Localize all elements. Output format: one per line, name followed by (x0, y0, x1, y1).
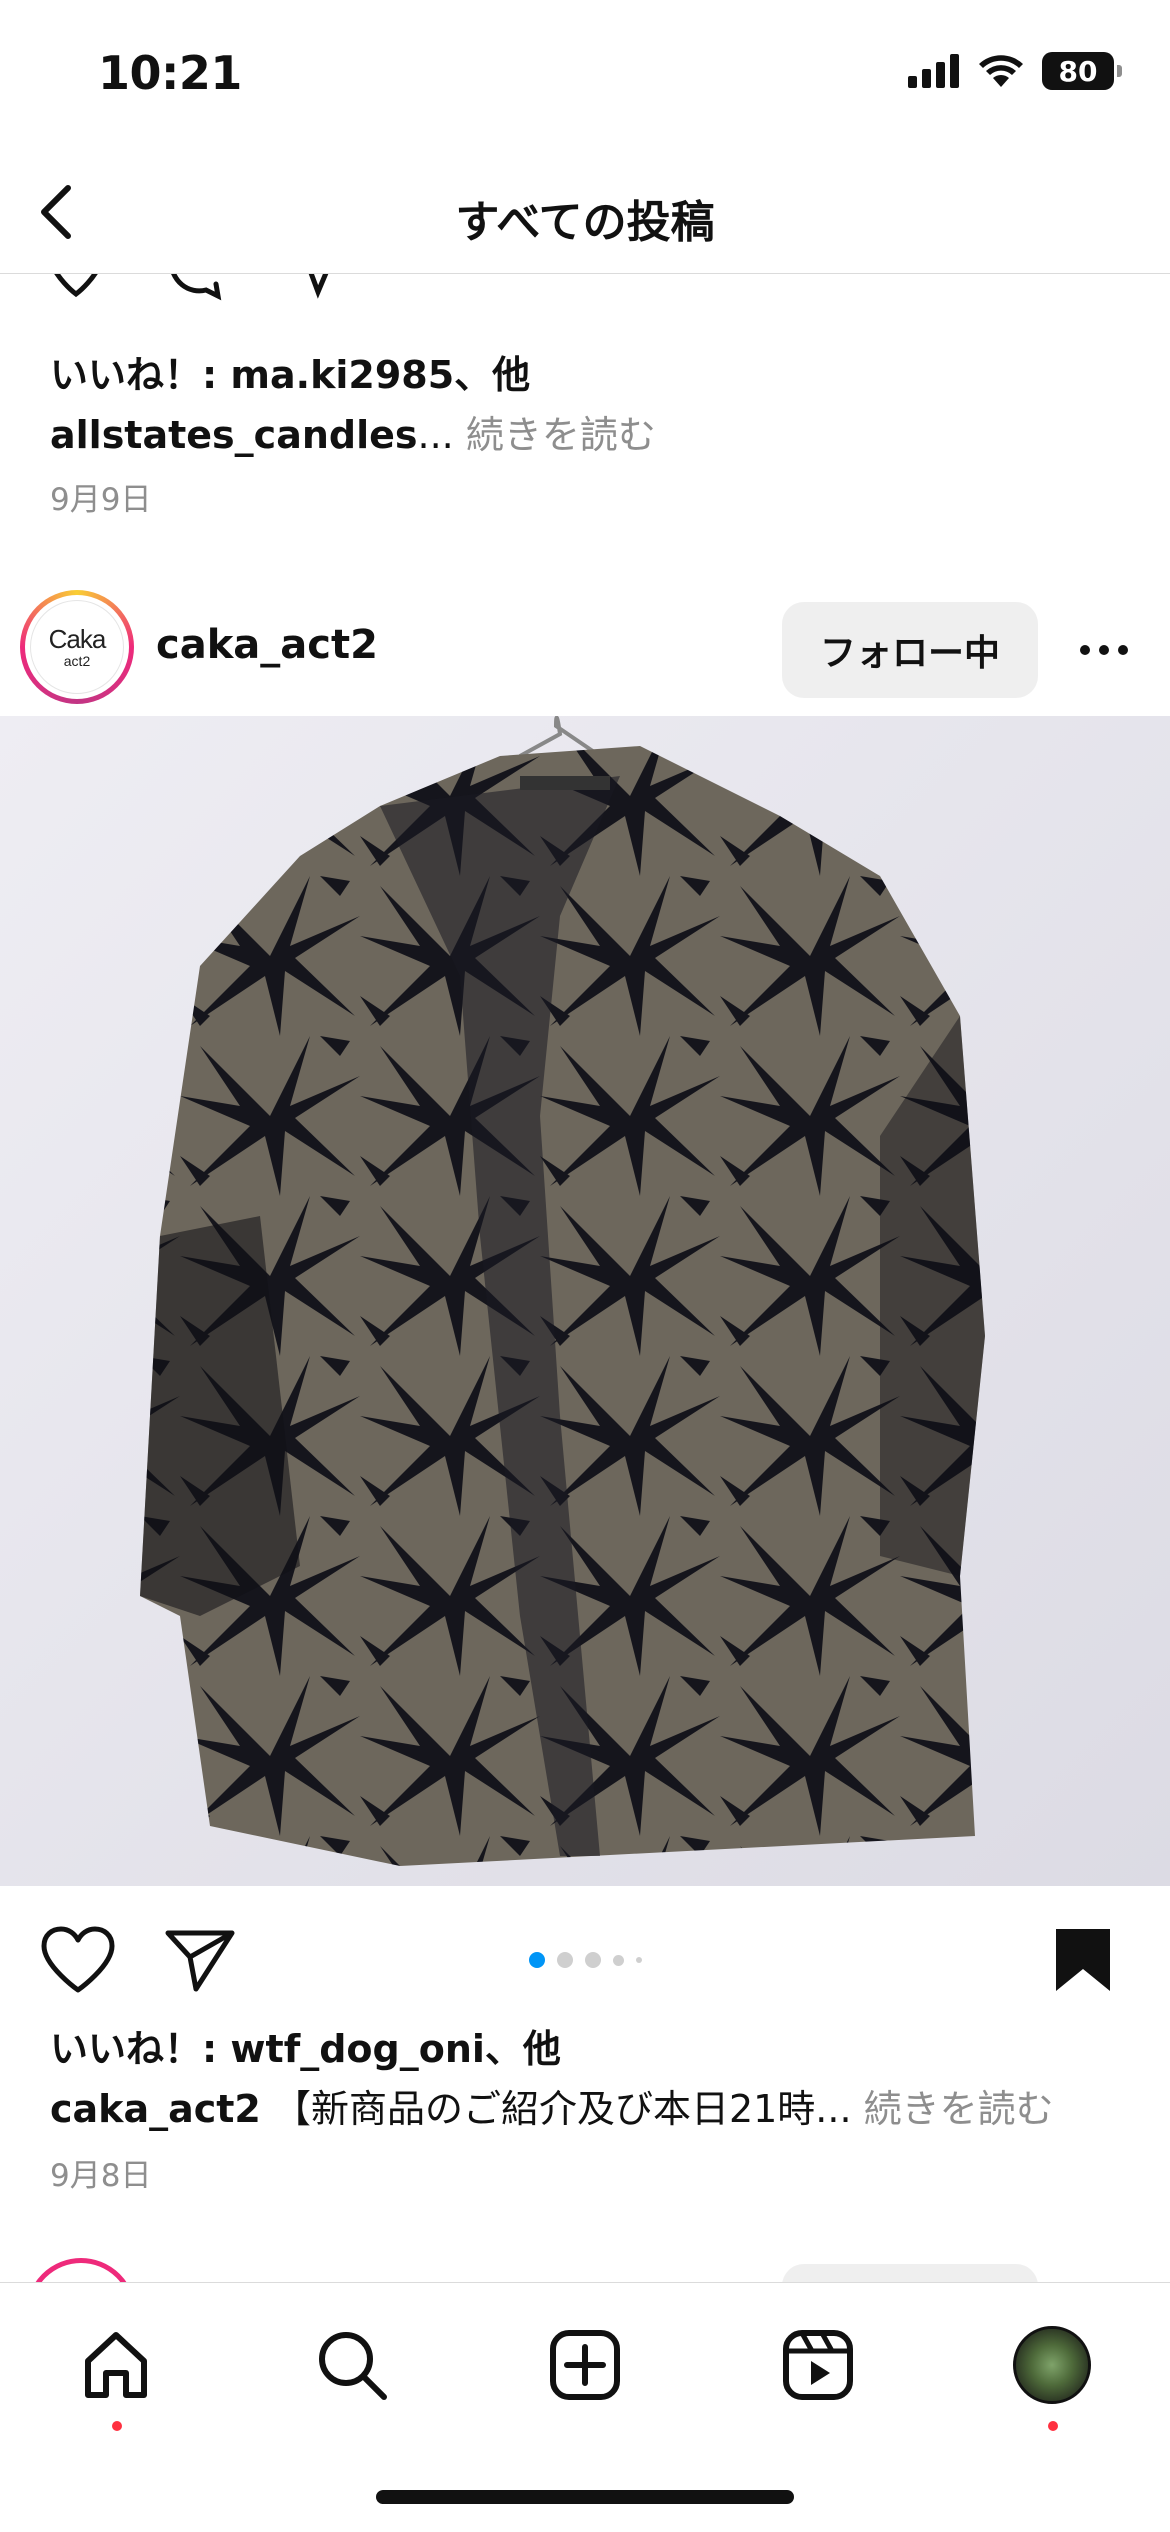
caption-text: 【新商品のご紹介及び本日21時... (260, 2087, 852, 2131)
save-button[interactable] (1046, 1922, 1120, 1998)
carousel-dot (612, 1954, 624, 1966)
search-icon (319, 2332, 387, 2400)
caption-username[interactable]: allstates_candles (50, 413, 418, 457)
post-image[interactable] (0, 716, 1170, 1886)
post-action-row (0, 1914, 1170, 2004)
home-icon (85, 2332, 147, 2398)
post-likes[interactable]: いいね！: wtf_dog_oni、他 (50, 2018, 561, 2073)
previous-post-likes[interactable]: いいね！: ma.ki2985、他 (50, 344, 530, 399)
post-username[interactable]: caka_act2 (156, 622, 378, 668)
tab-profile[interactable] (1004, 2317, 1100, 2431)
caption-text: ... (417, 413, 454, 457)
read-more-link[interactable]: 続きを読む (454, 413, 656, 457)
cellular-signal-icon (908, 54, 959, 88)
feed[interactable]: いいね！: ma.ki2985、他 allstates_candles... 続… (0, 274, 1170, 2284)
post-header: Caka act2 caka_act2 フォロー中 (0, 576, 1170, 716)
tab-create[interactable] (537, 2317, 633, 2413)
caption-username[interactable]: caka_act2 (50, 2087, 261, 2131)
following-button[interactable]: フォロー中 (782, 602, 1038, 698)
status-icons: 80 (908, 52, 1122, 90)
home-indicator[interactable] (376, 2490, 794, 2504)
profile-avatar (1013, 2326, 1091, 2404)
previous-post-caption: allstates_candles... 続きを読む (50, 404, 656, 459)
coat-photo (0, 716, 1170, 1886)
share-icon[interactable] (296, 274, 356, 304)
wifi-icon (979, 55, 1023, 87)
carousel-dot (556, 1952, 573, 1968)
bookmark-filled-icon (1056, 1929, 1110, 1991)
read-more-link[interactable]: 続きを読む (852, 2087, 1054, 2131)
carousel-dot (635, 1957, 642, 1963)
post-date: 9月8日 (50, 2158, 152, 2194)
page-title: すべての投稿 (455, 197, 715, 248)
navigation-bar: すべての投稿 (0, 150, 1170, 274)
post-caption: caka_act2 【新商品のご紹介及び本日21時... 続きを読む (50, 2078, 1054, 2133)
heart-icon[interactable] (40, 274, 112, 304)
tab-search[interactable] (304, 2317, 400, 2413)
previous-post-actions (0, 274, 1170, 304)
next-post-follow-button[interactable] (782, 2264, 1038, 2284)
more-options-icon[interactable] (1068, 622, 1140, 678)
bookmark-filled-icon[interactable] (1054, 274, 1110, 300)
notification-dot (1048, 2421, 1058, 2431)
tab-home[interactable] (68, 2317, 164, 2431)
status-bar: 10:21 80 (0, 0, 1170, 150)
next-post-avatar[interactable] (26, 2258, 136, 2284)
tab-reels[interactable] (770, 2317, 866, 2413)
carousel-indicator (0, 1952, 1170, 1968)
carousel-dot-active (528, 1952, 545, 1968)
notification-dot (112, 2421, 122, 2431)
reels-icon (783, 2330, 853, 2400)
status-time: 10:21 (98, 46, 242, 100)
avatar[interactable]: Caka act2 (20, 590, 134, 704)
avatar-logo: Caka act2 (30, 600, 124, 694)
previous-post-date: 9月9日 (50, 482, 152, 518)
battery-indicator: 80 (1042, 52, 1122, 90)
create-icon (550, 2330, 620, 2400)
carousel-dot (584, 1952, 601, 1968)
comment-icon[interactable] (160, 274, 232, 304)
